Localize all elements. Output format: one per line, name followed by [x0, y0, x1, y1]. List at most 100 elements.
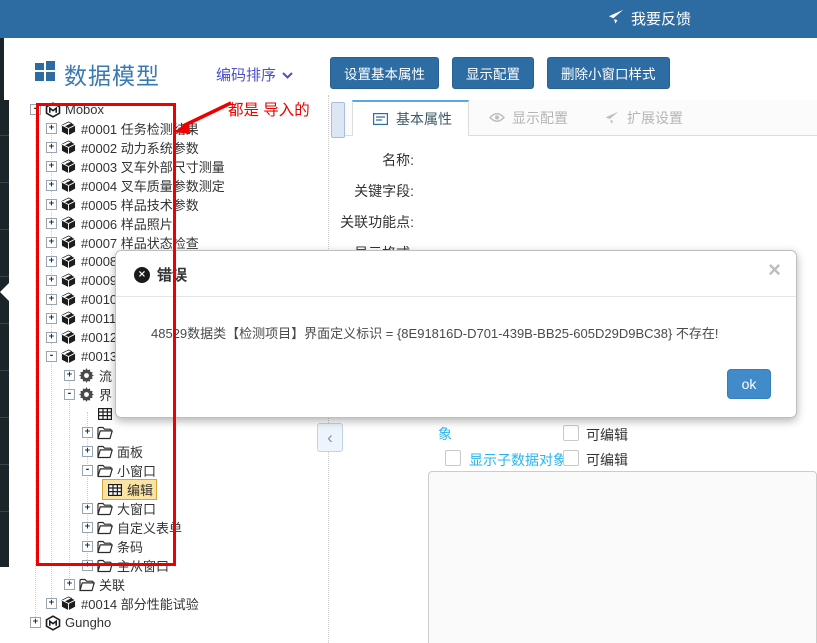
- tree-node-label: #0014 部分性能试验: [81, 594, 199, 613]
- folder-icon: [96, 559, 113, 573]
- tree-node-0010[interactable]: +#0010: [46, 290, 117, 309]
- expander-plus-icon[interactable]: +: [46, 180, 57, 191]
- tree-node-edit[interactable]: 编辑: [90, 480, 157, 499]
- expander-plus-icon[interactable]: +: [46, 123, 57, 134]
- editable-label-1: 可编辑: [586, 425, 628, 445]
- tree-node-large-window[interactable]: +大窗口: [82, 499, 156, 518]
- expander-minus-icon[interactable]: -: [82, 465, 93, 476]
- editable-checkbox-2[interactable]: [563, 450, 579, 466]
- expander-plus-icon[interactable]: +: [82, 541, 93, 552]
- tree-node-label: 小窗口: [117, 461, 156, 480]
- mobox-logo-icon: [44, 102, 61, 118]
- tab-extend[interactable]: 扩展设置: [584, 100, 699, 135]
- tree-node-mobox[interactable]: -Mobox: [30, 100, 104, 119]
- toolbar-button-1[interactable]: 设置基本属性: [330, 57, 439, 89]
- sidebar-divider: [0, 182, 9, 183]
- sort-dropdown[interactable]: 编码排序: [216, 64, 293, 85]
- expander-plus-icon[interactable]: +: [82, 503, 93, 514]
- expander-plus-icon[interactable]: +: [82, 560, 93, 571]
- tab-display[interactable]: 显示配置: [469, 100, 584, 135]
- close-icon[interactable]: ×: [768, 257, 781, 283]
- cube-icon: [60, 292, 77, 307]
- tree-node-0003[interactable]: +#0003 叉车外部尺寸测量: [46, 157, 225, 176]
- expander-plus-icon[interactable]: +: [82, 446, 93, 457]
- error-message: 48529数据类【检测项目】界面定义标识 = {8E91816D-D701-43…: [151, 323, 781, 342]
- tree-node-0011[interactable]: +#0011: [46, 309, 116, 328]
- app-grid-logo-icon: [35, 61, 55, 81]
- tab-basic[interactable]: 基本属性: [352, 100, 469, 136]
- expander-minus-icon[interactable]: -: [46, 351, 57, 362]
- tree-node-0012[interactable]: +#0012: [46, 328, 117, 347]
- tree-node-0009[interactable]: +#0009: [46, 271, 117, 290]
- expander-minus-icon[interactable]: -: [64, 389, 75, 400]
- tree-node-0008[interactable]: +#0008: [46, 252, 117, 271]
- tree-node-master-detail[interactable]: +主从窗口: [82, 556, 169, 575]
- sidebar-divider: [0, 323, 9, 324]
- toolbar-button-2[interactable]: 显示配置: [452, 57, 534, 89]
- ok-button[interactable]: ok: [727, 369, 771, 399]
- expander-plus-icon[interactable]: +: [46, 199, 57, 210]
- editable-label-2: 可编辑: [586, 450, 628, 470]
- expander-plus-icon[interactable]: +: [64, 370, 75, 381]
- editable-checkbox-1[interactable]: [563, 425, 579, 441]
- feedback-button[interactable]: 我要反馈: [608, 8, 691, 29]
- expander-plus-icon[interactable]: +: [46, 313, 57, 324]
- gear-icon: [78, 387, 95, 402]
- expander-plus-icon[interactable]: +: [46, 237, 57, 248]
- tree-guide: [69, 375, 70, 580]
- expander-plus-icon[interactable]: +: [82, 522, 93, 533]
- expander-plus-icon[interactable]: +: [46, 294, 57, 305]
- cube-icon: [60, 216, 77, 231]
- tree-node-label: 关联: [99, 575, 125, 594]
- expander-plus-icon[interactable]: +: [46, 161, 57, 172]
- tree-node-panel[interactable]: +面板: [82, 442, 143, 461]
- tree-node-relation[interactable]: + 关联: [64, 575, 125, 594]
- tree-node-gungho[interactable]: +Gungho: [30, 613, 111, 632]
- expander-plus-icon[interactable]: +: [46, 256, 57, 267]
- tree-node-custom-form[interactable]: +自定义表单: [82, 518, 182, 537]
- tree-node-small-window[interactable]: - 小窗口: [82, 461, 156, 480]
- selected-node-highlight: 编辑: [102, 479, 157, 500]
- show-child-objects-label: 显示子数据对象: [469, 450, 567, 470]
- topbar: 我要反馈: [0, 0, 817, 38]
- expander-plus-icon[interactable]: +: [46, 598, 57, 609]
- cube-icon: [60, 159, 77, 174]
- cube-icon: [60, 330, 77, 345]
- expander-plus-icon[interactable]: +: [30, 617, 41, 628]
- form-icon: [372, 113, 389, 125]
- show-child-objects-checkbox[interactable]: [445, 450, 461, 466]
- tree-node-0014[interactable]: + #0014 部分性能试验: [46, 594, 199, 613]
- expander-plus-icon[interactable]: +: [46, 218, 57, 229]
- sort-label: 编码排序: [216, 64, 276, 85]
- expander-minus-icon[interactable]: -: [30, 104, 41, 115]
- tree-node-0002[interactable]: + #0002 动力系统参数: [46, 138, 199, 157]
- tree-node-0001[interactable]: +#0001 任务检测结果: [46, 119, 199, 138]
- tree-node-label: #0002 动力系统参数: [81, 138, 199, 157]
- toolbar-button-3[interactable]: 删除小窗口样式: [547, 57, 670, 89]
- sidebar-collapse-arrow-icon[interactable]: [0, 283, 9, 301]
- expander-plus-icon[interactable]: +: [46, 142, 57, 153]
- tree-node-0006[interactable]: +#0006 样品照片: [46, 214, 173, 233]
- expander-plus-icon[interactable]: +: [82, 427, 93, 438]
- tree-node-label: 条码: [117, 537, 143, 556]
- page-title: 数据模型: [64, 57, 160, 91]
- paper-plane-icon: [608, 9, 624, 29]
- tree-node-0013[interactable]: -#0013: [46, 347, 117, 366]
- sidebar-divider: [0, 135, 9, 136]
- expander-plus-icon[interactable]: +: [64, 579, 75, 590]
- cube-icon: [60, 596, 77, 611]
- tree-node-grid-view[interactable]: [82, 404, 117, 423]
- tree-node-0004[interactable]: +#0004 叉车质量参数测定: [46, 176, 225, 195]
- tree-node-interface[interactable]: -界: [64, 385, 112, 404]
- tree-node-flow[interactable]: +流: [64, 366, 112, 385]
- tree-node-folder-hidden[interactable]: +: [82, 423, 117, 442]
- expander-plus-icon[interactable]: +: [46, 332, 57, 343]
- expander-plus-icon[interactable]: +: [46, 275, 57, 286]
- eye-icon: [488, 112, 505, 123]
- scrollbar-thumb[interactable]: [331, 102, 345, 138]
- folder-icon: [96, 521, 113, 535]
- sidebar-divider: [0, 464, 9, 465]
- tree-node-barcode[interactable]: + 条码: [82, 537, 143, 556]
- tree-node-0005[interactable]: +#0005 样品技术参数: [46, 195, 199, 214]
- splitter-collapse-button[interactable]: ‹: [317, 423, 343, 452]
